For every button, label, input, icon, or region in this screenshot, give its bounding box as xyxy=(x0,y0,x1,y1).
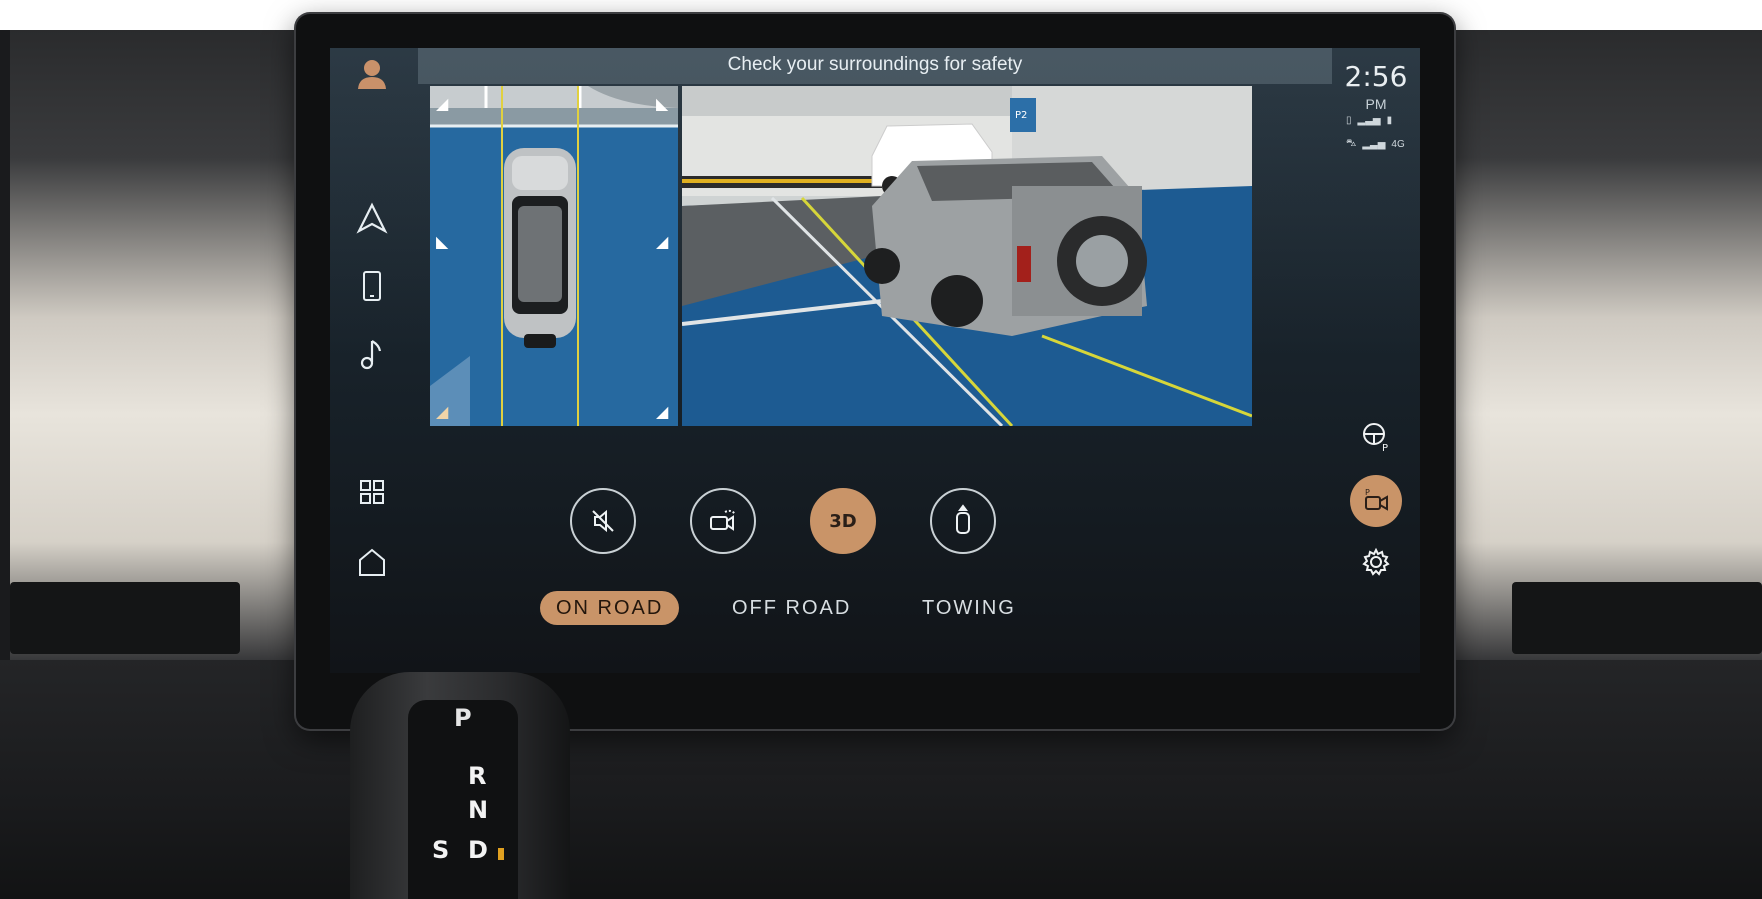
gear-neutral: N xyxy=(468,796,489,824)
dashboard-left-panel xyxy=(10,30,300,670)
infotainment-screen: Check your surroundings for safety ◢ ◣ ◣… xyxy=(330,48,1420,673)
park-assist-button[interactable]: P xyxy=(1350,410,1402,462)
gear-reverse: R xyxy=(468,762,487,790)
gear-drive: D xyxy=(468,836,488,864)
tab-towing[interactable]: TOWING xyxy=(906,591,1032,625)
proximity-sensor-icon: ◣ xyxy=(656,96,669,113)
3d-view-label: 3D xyxy=(829,510,857,532)
navigation-button[interactable] xyxy=(348,194,396,242)
phone-signal-row: ▯ ▂▃▅ ▮ xyxy=(1346,112,1410,128)
3d-rear-scene: P2 xyxy=(682,86,1252,426)
right-status-rail: 2:56 PM ▯ ▂▃▅ ▮ ⛍ ▂▃▅ 4G P P xyxy=(1332,48,1420,673)
top-view-car-icon xyxy=(956,504,970,534)
safety-banner: Check your surroundings for safety xyxy=(418,48,1332,84)
proximity-sensor-icon: ◢ xyxy=(436,404,449,421)
phone-button[interactable] xyxy=(348,262,396,310)
home-button[interactable] xyxy=(348,538,396,586)
car-signal-row: ⛍ ▂▃▅ 4G xyxy=(1346,136,1410,152)
air-vent-left xyxy=(10,582,240,654)
drive-indicator-light xyxy=(498,848,504,860)
top-view-car-button[interactable] xyxy=(930,488,996,554)
phone-icon xyxy=(363,271,381,301)
clock: 2:56 xyxy=(1344,60,1408,93)
dashboard-right-panel xyxy=(1450,30,1762,670)
proximity-sensor-icon: ◣ xyxy=(436,234,449,251)
left-nav-rail xyxy=(330,48,418,673)
signal-bars-icon: ▂▃▅ xyxy=(1362,138,1386,150)
settings-gear-icon xyxy=(1362,547,1390,576)
parking-camera-icon: P xyxy=(1365,488,1388,511)
top-down-camera-view[interactable]: ◢ ◣ ◣ ◢ ◢ ◢ xyxy=(430,86,678,426)
proximity-sensor-icon: ◢ xyxy=(436,96,449,113)
tab-on-road[interactable]: ON ROAD xyxy=(540,591,680,625)
media-button[interactable] xyxy=(348,330,396,378)
mute-sensor-audio-icon xyxy=(592,509,614,533)
tab-off-road[interactable]: OFF ROAD xyxy=(716,591,867,625)
phone-icon-small: ▯ xyxy=(1346,114,1352,126)
clock-ampm: PM xyxy=(1365,96,1387,112)
navigation-icon xyxy=(356,202,388,234)
3d-view-button[interactable]: 3D xyxy=(810,488,876,554)
top-down-scene xyxy=(430,86,678,426)
parking-sign-label: P2 xyxy=(1015,110,1027,121)
user-profile-icon xyxy=(358,60,386,89)
gear-sport: S xyxy=(432,836,450,864)
car-icon: ⛍ xyxy=(1346,137,1357,149)
air-vent-right xyxy=(1512,582,1762,654)
proximity-sensor-icon: ◢ xyxy=(656,234,669,251)
settings-button[interactable] xyxy=(1350,536,1402,588)
camera-rotate-view-icon xyxy=(710,509,736,531)
user-profile-button[interactable] xyxy=(348,50,396,98)
apps-grid-icon xyxy=(360,480,384,504)
mute-sensor-audio-button[interactable] xyxy=(570,488,636,554)
steering-wheel-parking-icon: P xyxy=(1363,423,1388,452)
gear-park: P xyxy=(454,704,472,732)
svg-text:P: P xyxy=(1382,443,1388,452)
network-type: 4G xyxy=(1391,138,1405,150)
camera-rotate-view-button[interactable] xyxy=(690,488,756,554)
signal-bars-icon: ▂▃▅ xyxy=(1357,114,1381,126)
apps-button[interactable] xyxy=(348,468,396,516)
proximity-sensor-icon: ◢ xyxy=(656,404,669,421)
svg-text:P: P xyxy=(1365,488,1370,497)
parking-camera-button[interactable]: P xyxy=(1350,475,1402,527)
music-icon xyxy=(360,340,382,370)
home-icon xyxy=(359,548,385,576)
battery-icon: ▮ xyxy=(1386,114,1393,126)
3d-rear-camera-view[interactable]: P2 xyxy=(682,86,1252,426)
